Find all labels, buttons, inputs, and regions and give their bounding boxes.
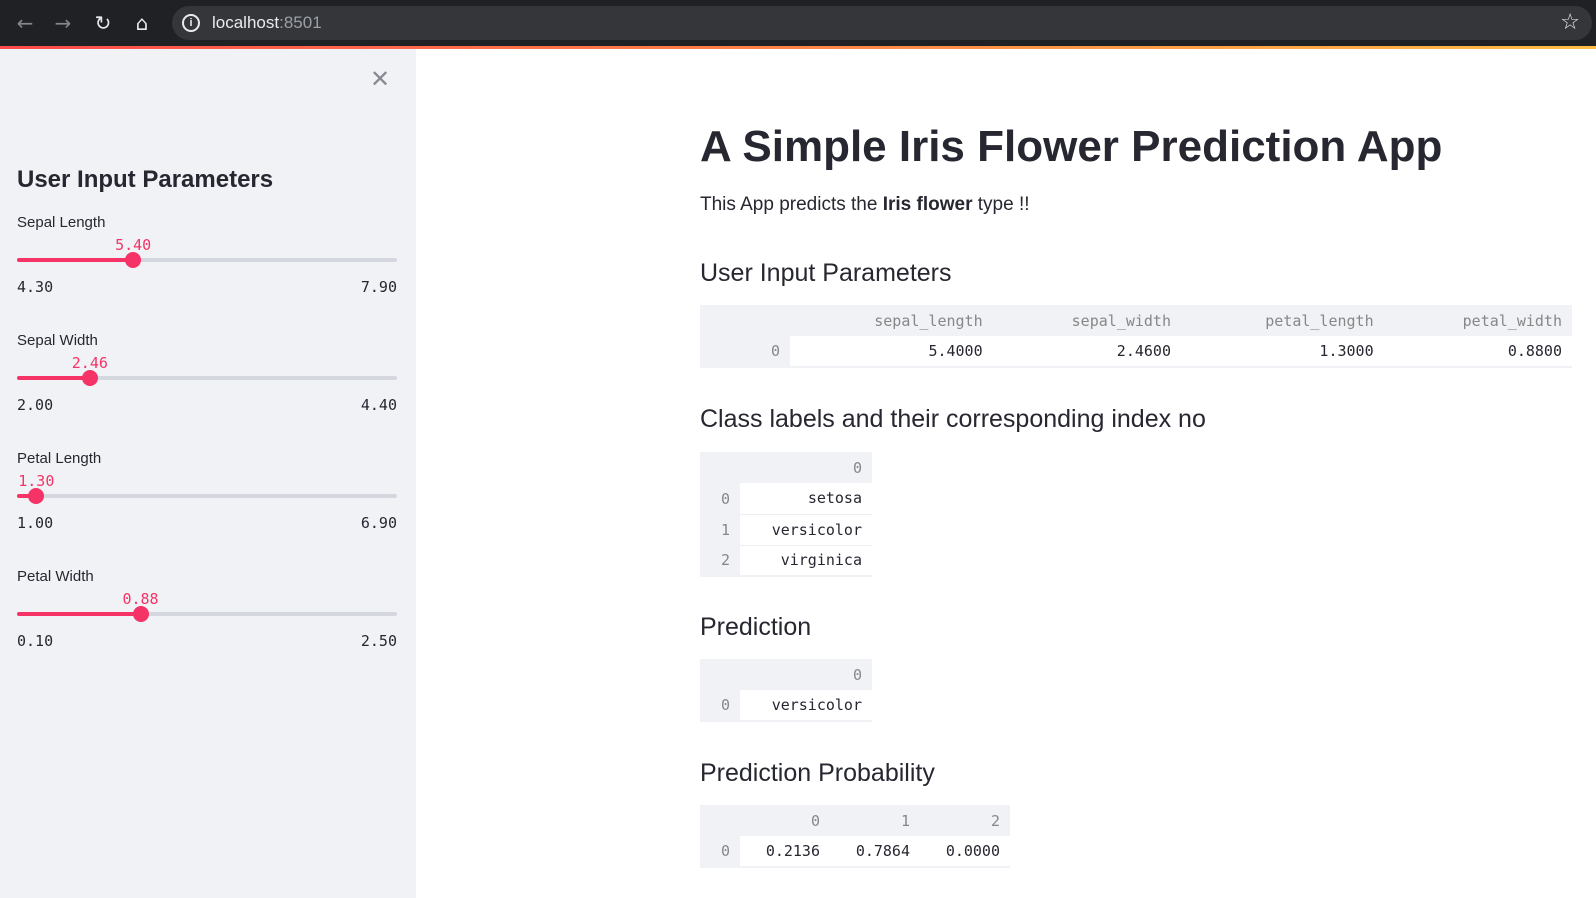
table-cell: 0.2136 (740, 836, 830, 868)
slider-sepal-width: Sepal Width 2.46 2.00 4.40 (17, 332, 397, 432)
table-cell: setosa (740, 483, 872, 515)
slider-label: Petal Length (17, 450, 102, 467)
intro-text: This App predicts the Iris flower type !… (700, 194, 1030, 216)
slider-thumb[interactable] (81, 370, 98, 386)
column-header: 1 (830, 805, 920, 836)
table-row: 0 versicolor (700, 690, 872, 722)
slider-max: 4.40 (360, 396, 397, 414)
slider-track[interactable] (17, 252, 397, 268)
table-cell: 0.7864 (830, 836, 920, 868)
table-header-row: 0 1 2 (700, 805, 1010, 836)
table-corner (700, 452, 740, 483)
slider-max: 7.90 (360, 278, 397, 296)
url-host: localhost (212, 13, 280, 32)
slider-label: Sepal Length (17, 214, 106, 231)
prediction-dataframe: 0 0 versicolor (700, 659, 872, 722)
table-row: 1 versicolor (700, 514, 872, 546)
row-index: 0 (700, 836, 740, 868)
slider-label: Petal Width (17, 568, 94, 585)
slider-max: 6.90 (360, 514, 397, 532)
table-cell: virginica (740, 545, 872, 577)
table-corner (700, 659, 740, 690)
table-row: 2 virginica (700, 545, 872, 577)
column-header: 0 (740, 659, 872, 690)
column-header: petal_width (1383, 305, 1572, 336)
slider-min: 1.00 (17, 514, 54, 532)
slider-fill (17, 612, 141, 616)
input-heading: User Input Parameters (700, 259, 952, 287)
browser-toolbar: ← → ↻ ⌂ i localhost:8501 ☆ (0, 0, 1596, 46)
url-port: :8501 (279, 13, 322, 32)
slider-track[interactable] (17, 488, 397, 504)
slider-fill (17, 376, 90, 380)
row-index: 2 (700, 545, 740, 577)
row-index: 0 (700, 690, 740, 722)
table-header-row: sepal_length sepal_width petal_length pe… (700, 305, 1572, 336)
back-icon[interactable]: ← (12, 10, 38, 36)
table-cell: 0.0000 (920, 836, 1010, 868)
reload-icon[interactable]: ↻ (90, 10, 116, 36)
labels-heading: Class labels and their corresponding ind… (700, 405, 1206, 433)
table-row: 0 0.2136 0.7864 0.0000 (700, 836, 1010, 868)
address-bar[interactable]: i localhost:8501 ☆ (172, 6, 1592, 40)
slider-max: 2.50 (360, 632, 397, 650)
slider-sepal-length: Sepal Length 5.40 4.30 7.90 (17, 214, 397, 314)
labels-dataframe: 0 0 setosa 1 versicolor 2 virginica (700, 452, 872, 577)
row-index: 0 (700, 483, 740, 514)
table-cell: versicolor (740, 514, 872, 546)
input-dataframe: sepal_length sepal_width petal_length pe… (700, 305, 1572, 368)
table-header-row: 0 (700, 452, 872, 483)
table-row: 0 5.4000 2.4600 1.3000 0.8800 (700, 336, 1572, 368)
slider-thumb[interactable] (125, 252, 142, 268)
intro-bold: Iris flower (882, 194, 973, 215)
slider-fill (17, 258, 134, 262)
info-icon[interactable]: i (182, 14, 200, 32)
table-cell: 1.3000 (1180, 336, 1384, 368)
table-header-row: 0 (700, 659, 872, 690)
column-header: 0 (740, 452, 872, 483)
sidebar-title: User Input Parameters (17, 166, 274, 193)
slider-track[interactable] (17, 370, 397, 386)
sidebar: ✕ User Input Parameters Sepal Length 5.4… (0, 49, 416, 898)
table-corner (700, 805, 740, 836)
home-icon[interactable]: ⌂ (129, 10, 155, 36)
slider-label: Sepal Width (17, 332, 98, 349)
slider-min: 0.10 (17, 632, 54, 650)
column-header: 0 (740, 805, 830, 836)
probability-heading: Prediction Probability (700, 759, 935, 787)
row-index: 1 (700, 514, 740, 545)
bookmark-star-icon[interactable]: ☆ (1560, 10, 1580, 35)
forward-icon[interactable]: → (50, 10, 76, 36)
prediction-heading: Prediction (700, 613, 812, 641)
slider-min: 4.30 (17, 278, 54, 296)
slider-petal-length: Petal Length 1.30 1.00 6.90 (17, 450, 397, 550)
slider-track[interactable] (17, 606, 397, 622)
column-header: sepal_width (992, 305, 1181, 336)
row-index: 0 (700, 336, 790, 368)
slider-thumb[interactable] (132, 606, 149, 622)
intro-prefix: This App predicts the (700, 194, 883, 215)
column-header: 2 (920, 805, 1010, 836)
table-cell: 2.4600 (992, 336, 1181, 368)
close-sidebar-icon[interactable]: ✕ (370, 65, 390, 93)
slider-min: 2.00 (17, 396, 54, 414)
table-cell: 5.4000 (790, 336, 993, 368)
table-row: 0 setosa (700, 483, 872, 515)
table-corner (700, 305, 790, 336)
probability-dataframe: 0 1 2 0 0.2136 0.7864 0.0000 (700, 805, 1010, 868)
table-cell: 0.8800 (1383, 336, 1572, 368)
url-text[interactable]: localhost:8501 (212, 13, 322, 33)
page-title: A Simple Iris Flower Prediction App (700, 122, 1443, 171)
slider-petal-width: Petal Width 0.88 0.10 2.50 (17, 568, 397, 668)
table-cell: versicolor (740, 690, 872, 722)
column-header: petal_length (1180, 305, 1384, 336)
intro-suffix: type !! (972, 194, 1030, 215)
slider-thumb[interactable] (28, 488, 45, 504)
column-header: sepal_length (790, 305, 993, 336)
